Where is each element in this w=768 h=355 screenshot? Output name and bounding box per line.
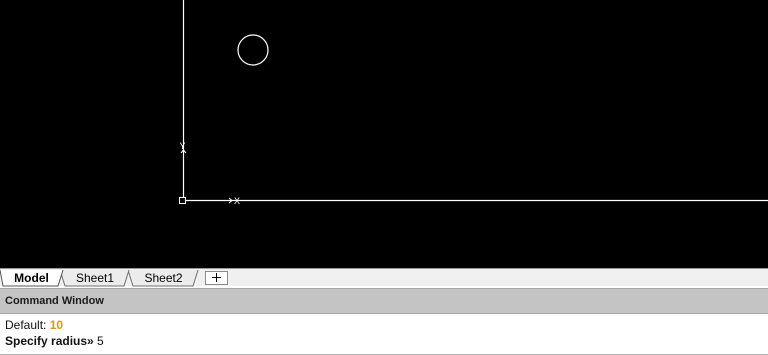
command-history-line: Default: 10 <box>5 318 63 332</box>
command-window-body[interactable]: Default: 10 Specify radius» 5 <box>0 314 768 355</box>
circle-entity[interactable] <box>237 34 269 66</box>
add-layout-tab-button[interactable] <box>205 271 228 285</box>
drawing-svg: Y X <box>179 0 768 206</box>
tab-model[interactable]: Model <box>4 270 59 286</box>
layout-tab-bar: Model Sheet1 Sheet2 <box>0 268 768 287</box>
drawing-canvas[interactable]: Y X <box>0 0 768 268</box>
cad-application: Y X Model Sheet1 Sheet2 Command Window D… <box>0 0 768 355</box>
ucs-origin-box-icon <box>179 197 186 204</box>
tab-sheet2[interactable]: Sheet2 <box>134 270 193 286</box>
history-label: Default: <box>5 318 50 332</box>
ucs-x-arrow-icon <box>224 197 233 204</box>
ucs-y-label: Y <box>180 141 186 151</box>
command-prompt-line[interactable]: Specify radius» 5 <box>5 334 104 348</box>
ucs-x-label: X <box>234 196 240 206</box>
prompt-input-value[interactable]: 5 <box>94 334 104 348</box>
tab-sheet1[interactable]: Sheet1 <box>66 270 124 286</box>
command-window-header: Command Window <box>0 288 768 314</box>
history-default-value: 10 <box>49 318 64 332</box>
prompt-label: Specify radius» <box>5 334 94 348</box>
command-window-title: Command Window <box>5 295 104 307</box>
